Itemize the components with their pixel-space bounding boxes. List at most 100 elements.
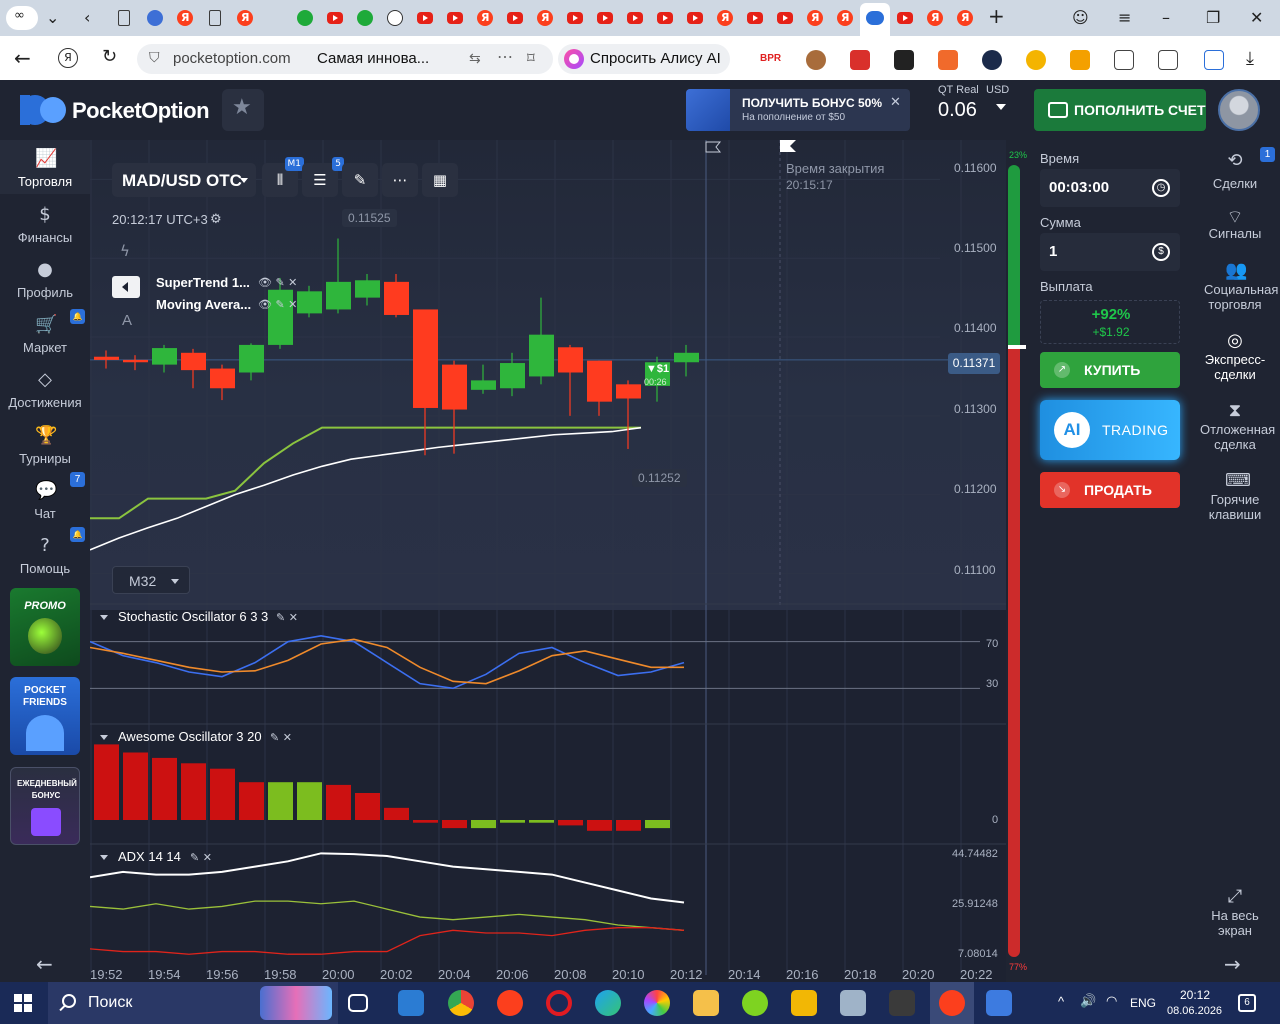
logo-icon[interactable] [20,95,68,125]
wifi-icon[interactable]: ◠ [1106,994,1117,1009]
sidebar-item-help[interactable]: ? 🔔 Помощь [0,527,90,577]
daily-bonus-card[interactable]: ЕЖЕДНЕВНЫЙ БОНУС [10,767,80,845]
collapse-panel-icon[interactable] [100,855,108,860]
indicators-collapse-button[interactable] [112,276,140,298]
tab-video-icon[interactable] [597,12,613,24]
indicator-supertrend[interactable]: SuperTrend 1... [156,275,250,290]
taskbar-search[interactable]: Поиск [48,982,338,1024]
tab-video-icon[interactable] [627,12,643,24]
roblox-icon[interactable] [986,990,1012,1016]
bonus-close-icon[interactable]: ✕ [890,94,901,110]
favorites-star-icon[interactable] [222,89,264,131]
gear-icon[interactable]: ⚙ [210,212,222,227]
chrome-icon[interactable] [448,990,474,1016]
tab-video-icon[interactable] [567,12,583,24]
sidebar-item-pending[interactable]: ⧗ Отложенная сделка [1190,392,1280,452]
extension-bpr-icon[interactable]: BPR [760,53,781,73]
tab-yandex-icon[interactable] [537,10,553,26]
tab-list-icon[interactable]: ⌄ [46,8,59,27]
drawing-button[interactable]: ✎ [342,163,378,197]
extension-cookie-icon[interactable] [806,50,826,70]
task-view-icon[interactable] [348,994,368,1012]
tab-green-icon[interactable] [297,10,313,26]
indicator-actions[interactable]: 👁 ✎ ✕ [258,276,297,289]
new-tab-icon[interactable]: + [988,4,1005,28]
download-icon[interactable]: ⤓ [1246,48,1254,69]
sidebar-item-finance[interactable]: $ Финансы [0,196,90,246]
price-chart[interactable] [90,140,1006,982]
sidebar-item-social-trading[interactable]: 👥 Социальная торговля [1190,252,1280,312]
sidebar-item-achievements[interactable]: ◇ Достижения [0,361,90,411]
chart-timeframe-selector[interactable]: M32 [112,566,190,594]
tab-yandex-icon[interactable] [477,10,493,26]
tab-yandex-icon[interactable] [957,10,973,26]
deposit-button[interactable]: ПОПОЛНИТЬ СЧЕТ [1034,89,1206,131]
sidebar-item-profile[interactable]: ● Профиль [0,251,90,301]
clock-icon[interactable]: ◷ [1152,179,1170,197]
extension-sound-icon[interactable] [1026,50,1046,70]
address-bar[interactable]: ⛉ pocketoption.com Самая иннова... ⇆ ⋯ ⌑ [137,44,553,74]
extension-red-icon[interactable] [850,50,870,70]
tab-yandex-icon[interactable] [807,10,823,26]
plus-app-icon[interactable] [742,990,768,1016]
file-explorer-icon[interactable] [693,990,719,1016]
buy-button[interactable]: ↗ КУПИТЬ [1040,352,1180,388]
yandex-active-icon[interactable] [930,982,974,1024]
extension-puzzle-icon[interactable] [1114,50,1134,70]
tray-chevron-icon[interactable]: ^ [1058,994,1064,1009]
tab-doc-icon[interactable] [118,10,130,26]
tab-groups-button[interactable]: ∞ [6,6,38,30]
clock-time[interactable]: 20:12 [1180,988,1210,1002]
colorful-app-icon[interactable] [644,990,670,1016]
tab-video-icon[interactable] [507,12,523,24]
currency-icon[interactable]: $ [1152,243,1170,261]
account-balance[interactable]: 0.06 [938,99,977,122]
more-options-button[interactable]: ⋯ [382,163,418,197]
notifications-icon[interactable]: 6 [1238,994,1256,1012]
sidebar-item-signals[interactable]: ⌔ Сигналы [1190,198,1280,248]
menu-icon[interactable]: ≡ [1118,8,1131,27]
yandex-home-icon[interactable]: Я [58,48,78,68]
layout-button[interactable]: ▦ [422,163,458,197]
tab-video-icon[interactable] [897,12,913,24]
indicator-actions[interactable]: 👁 ✎ ✕ [258,298,297,311]
tab-video-icon[interactable] [687,12,703,24]
sidebar-item-fullscreen[interactable]: ⤢ На весь экран [1190,878,1280,938]
tab-green-icon[interactable] [357,10,373,26]
timeframe-button[interactable]: ⫴ M1 [262,157,304,197]
volume-icon[interactable]: 🔊 [1080,994,1096,1009]
tab-yandex-icon[interactable] [717,10,733,26]
terminal-app-icon[interactable] [889,990,915,1016]
sidebar-item-chat[interactable]: 💬 7 Чат [0,472,90,522]
sidebar-item-hotkeys[interactable]: ⌨ Горячие клавиши [1190,462,1280,522]
sidebar-item-trading[interactable]: 📈 Торговля [0,140,90,194]
adx-actions[interactable]: ✎ ✕ [190,851,212,864]
tab-yandex-icon[interactable] [177,10,193,26]
sidebar-item-express[interactable]: ◎ Экспресс-сделки [1190,322,1280,382]
tab-video-icon[interactable] [417,12,433,24]
collapse-panel-icon[interactable] [100,735,108,740]
ai-trading-button[interactable]: AI TRADING [1040,400,1180,460]
extension-dark-icon[interactable] [894,50,914,70]
tab-video-icon[interactable] [447,12,463,24]
monitor-app-icon[interactable] [840,990,866,1016]
more-icon[interactable]: ⋯ [497,47,513,67]
opera-icon[interactable] [546,990,572,1016]
tab-back-icon[interactable]: ‹ [84,8,90,27]
extension-r-icon[interactable] [982,50,1002,70]
expand-arrow-icon[interactable]: → [1224,952,1241,976]
sidebar-item-market[interactable]: 🛒 🔔 Маркет [0,306,90,356]
pocket-friends-card[interactable]: POCKET FRIENDS [10,677,80,755]
translate-icon[interactable]: ⇆ [469,50,481,67]
sell-button[interactable]: ↘ ПРОДАТЬ [1040,472,1180,508]
bookmark-icon[interactable]: ⌑ [527,49,535,67]
asset-selector[interactable]: MAD/USD OTC [112,163,256,197]
tab-video-icon[interactable] [777,12,793,24]
tab-video-icon[interactable] [747,12,763,24]
logo-text[interactable]: PocketOption [72,98,210,124]
back-icon[interactable]: ← [14,46,31,70]
tab-video-icon[interactable] [657,12,673,24]
minimize-icon[interactable]: – [1162,8,1170,27]
tab-yandex-icon[interactable] [837,10,853,26]
reload-icon[interactable]: ↻ [102,46,117,67]
